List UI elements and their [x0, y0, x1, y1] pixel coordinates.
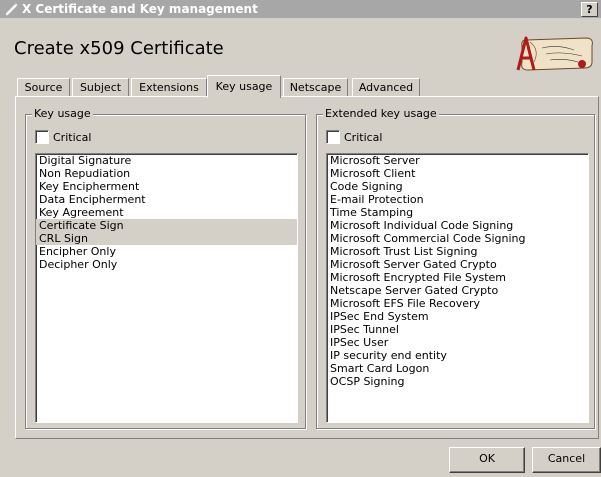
ok-button[interactable]: OK	[449, 447, 525, 473]
ext-key-usage-item[interactable]: Microsoft Client	[327, 167, 588, 180]
ext-key-usage-item[interactable]: Time Stamping	[327, 206, 588, 219]
ext-key-usage-item[interactable]: IPSec Tunnel	[327, 323, 588, 336]
key-usage-item-digital-signature[interactable]: Digital Signature	[36, 154, 297, 167]
tab-netscape[interactable]: Netscape	[283, 78, 348, 97]
ext-key-usage-item[interactable]: IP security end entity	[327, 349, 588, 362]
ext-key-usage-item[interactable]: E-mail Protection	[327, 193, 588, 206]
ext-key-usage-item[interactable]: OCSP Signing	[327, 375, 588, 388]
ext-key-usage-item[interactable]: IPSec User	[327, 336, 588, 349]
ext-key-usage-item[interactable]: Code Signing	[327, 180, 588, 193]
key-usage-item-crl-sign[interactable]: CRL Sign	[36, 232, 297, 245]
key-usage-item-data-encipherment[interactable]: Data Encipherment	[36, 193, 297, 206]
ext-key-usage-item[interactable]: Microsoft EFS File Recovery	[327, 297, 588, 310]
certificate-pen-icon	[5, 2, 19, 16]
ext-key-usage-item[interactable]: Microsoft Individual Code Signing	[327, 219, 588, 232]
tab-source[interactable]: Source	[17, 78, 70, 97]
key-usage-item-key-encipherment[interactable]: Key Encipherment	[36, 180, 297, 193]
title-bar[interactable]: X Certificate and Key management ?	[0, 0, 601, 18]
xca-logo-scroll-icon	[512, 32, 598, 74]
ext-key-usage-item[interactable]: Microsoft Trust List Signing	[327, 245, 588, 258]
key-usage-critical-label[interactable]: Critical	[53, 131, 91, 145]
key-usage-item-decipher-only[interactable]: Decipher Only	[36, 258, 297, 271]
key-usage-critical-checkbox[interactable]	[35, 130, 49, 144]
extended-key-usage-group-title: Extended key usage	[323, 107, 439, 121]
key-usage-item-certificate-sign[interactable]: Certificate Sign	[36, 219, 297, 232]
key-usage-group-title: Key usage	[32, 107, 93, 121]
tab-subject[interactable]: Subject	[72, 78, 129, 97]
extended-key-usage-group: Extended key usage Critical Microsoft Se…	[316, 107, 595, 429]
key-usage-group: Key usage Critical Digital Signature Non…	[25, 107, 306, 429]
ext-key-usage-item[interactable]: IPSec End System	[327, 310, 588, 323]
extended-key-usage-list[interactable]: Microsoft Server Microsoft Client Code S…	[326, 153, 589, 423]
ext-key-usage-item[interactable]: Microsoft Server	[327, 154, 588, 167]
ext-key-usage-item[interactable]: Netscape Server Gated Crypto	[327, 284, 588, 297]
key-usage-tab-panel: Key usage Critical Digital Signature Non…	[15, 96, 599, 439]
tab-key-usage[interactable]: Key usage	[207, 75, 281, 98]
help-button[interactable]: ?	[581, 2, 598, 17]
window-title: X Certificate and Key management	[22, 2, 258, 16]
ext-key-usage-item[interactable]: Microsoft Encrypted File System	[327, 271, 588, 284]
tab-extensions[interactable]: Extensions	[131, 78, 207, 97]
ext-key-usage-item[interactable]: Microsoft Server Gated Crypto	[327, 258, 588, 271]
ext-key-usage-item[interactable]: Microsoft Commercial Code Signing	[327, 232, 588, 245]
cancel-button[interactable]: Cancel	[532, 447, 601, 473]
key-usage-item-key-agreement[interactable]: Key Agreement	[36, 206, 297, 219]
tab-advanced[interactable]: Advanced	[352, 78, 420, 97]
extended-key-usage-critical-checkbox[interactable]	[326, 130, 340, 144]
ext-key-usage-item[interactable]: Smart Card Logon	[327, 362, 588, 375]
key-usage-item-encipher-only[interactable]: Encipher Only	[36, 245, 297, 258]
key-usage-list[interactable]: Digital Signature Non Repudiation Key En…	[35, 153, 298, 423]
page-title: Create x509 Certificate	[14, 38, 224, 59]
key-usage-item-non-repudiation[interactable]: Non Repudiation	[36, 167, 297, 180]
extended-key-usage-critical-label[interactable]: Critical	[344, 131, 382, 145]
